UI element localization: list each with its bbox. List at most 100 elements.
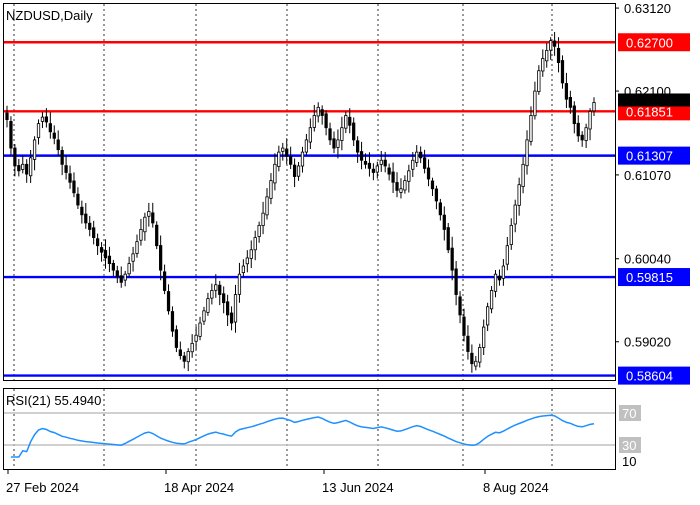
candle-body: [84, 213, 88, 224]
candle-body: [359, 151, 364, 161]
candle-body: [391, 171, 395, 183]
price-level-label: 0.61851: [626, 104, 673, 119]
candle-body: [9, 121, 13, 149]
candle: [446, 222, 450, 254]
candle-body: [304, 139, 309, 153]
candle-body: [387, 167, 391, 175]
candle-body: [60, 150, 64, 165]
candle-body: [135, 241, 139, 254]
candle-body: [493, 273, 498, 292]
candle-body: [556, 47, 561, 63]
candle-body: [434, 188, 439, 202]
candle-body: [363, 160, 368, 165]
candle-body: [29, 157, 33, 177]
x-tick-label: 18 Apr 2024: [164, 480, 234, 495]
candle-body: [198, 322, 202, 337]
candle-body: [190, 342, 194, 353]
x-tick-label: 27 Feb 2024: [6, 480, 79, 495]
candle-body: [155, 224, 159, 247]
candle-body: [541, 58, 545, 72]
candle-body: [233, 294, 238, 323]
candle-body: [119, 275, 123, 283]
rsi-tick-label: 10: [622, 454, 636, 469]
candle-body: [72, 180, 76, 194]
candle-body: [88, 222, 92, 230]
candle-body: [170, 311, 175, 332]
candle-body: [545, 49, 549, 62]
y-tick-label: 0.63120: [624, 1, 671, 16]
candle-body: [560, 60, 565, 84]
candle-body: [194, 334, 198, 342]
candle-body: [143, 216, 147, 233]
candle-body: [36, 123, 41, 139]
candle-body: [261, 212, 265, 226]
candle-body: [549, 40, 553, 51]
candle-body: [123, 273, 127, 281]
candle-body: [336, 139, 340, 148]
candle-body: [356, 140, 360, 153]
candle-body: [568, 97, 572, 108]
candle-body: [13, 147, 17, 167]
candle-body: [206, 298, 210, 313]
chart-area: 0.62700 0.61851 0.61307 0.59815 0.58604 70 30…: [0, 0, 700, 500]
candle-body: [379, 159, 383, 165]
candle-body: [509, 224, 513, 245]
chart-svg: 0.62700 0.61851 0.61307 0.59815 0.58604 70 30…: [3, 1, 690, 495]
rsi-tick-label: 70: [622, 406, 636, 421]
candle-body: [552, 40, 557, 47]
candle-body: [501, 265, 506, 279]
candle-body: [127, 263, 131, 275]
candle-body: [371, 168, 376, 173]
candle-body: [21, 163, 25, 170]
candle-body: [229, 312, 234, 324]
candle-body: [415, 151, 419, 163]
candle-body: [454, 268, 458, 295]
candle-body: [218, 284, 222, 295]
candle-body: [68, 173, 72, 183]
rsi-tick-label: 30: [622, 438, 636, 453]
candle: [155, 221, 159, 250]
candle-body: [474, 360, 478, 367]
candle-body: [348, 116, 352, 126]
candle: [489, 286, 494, 314]
candle-body: [588, 111, 592, 130]
candle-body: [572, 105, 576, 125]
candle-body: [277, 151, 281, 167]
candle-body: [450, 247, 454, 271]
candle-body: [517, 184, 521, 206]
candle-body: [107, 255, 112, 265]
rsi-title: RSI(21) 55.4940: [6, 393, 101, 408]
y-tick-label: 0.61070: [624, 168, 671, 183]
candle-body: [430, 180, 435, 190]
candle-body: [285, 148, 289, 157]
candle-body: [505, 245, 509, 265]
candle-body: [44, 116, 49, 123]
candle-body: [269, 180, 273, 199]
candle-body: [296, 165, 301, 177]
candle-body: [383, 159, 387, 167]
candle-body: [64, 165, 68, 173]
candle-body: [422, 157, 427, 169]
candle-body: [489, 290, 494, 310]
candle-body: [466, 335, 470, 352]
y-tick-label: 0.59020: [624, 335, 671, 350]
candle-body: [426, 167, 431, 180]
candle-body: [182, 355, 186, 362]
candle-body: [478, 347, 482, 363]
candle-body: [513, 204, 517, 225]
candle-body: [525, 139, 529, 167]
candle-body: [486, 306, 490, 326]
candle-body: [521, 163, 525, 187]
candle-body: [300, 151, 305, 167]
candle-body: [210, 290, 214, 299]
candle-body: [411, 159, 415, 170]
candle-body: [324, 113, 328, 129]
candle-body: [458, 296, 462, 316]
price-chart-title: NZDUSD,Daily: [6, 8, 93, 23]
candle-body: [245, 257, 249, 265]
candle-body: [202, 310, 206, 322]
candle-body: [462, 316, 466, 336]
candle-body: [281, 147, 285, 152]
candle-body: [225, 301, 230, 316]
candle-body: [332, 138, 336, 149]
